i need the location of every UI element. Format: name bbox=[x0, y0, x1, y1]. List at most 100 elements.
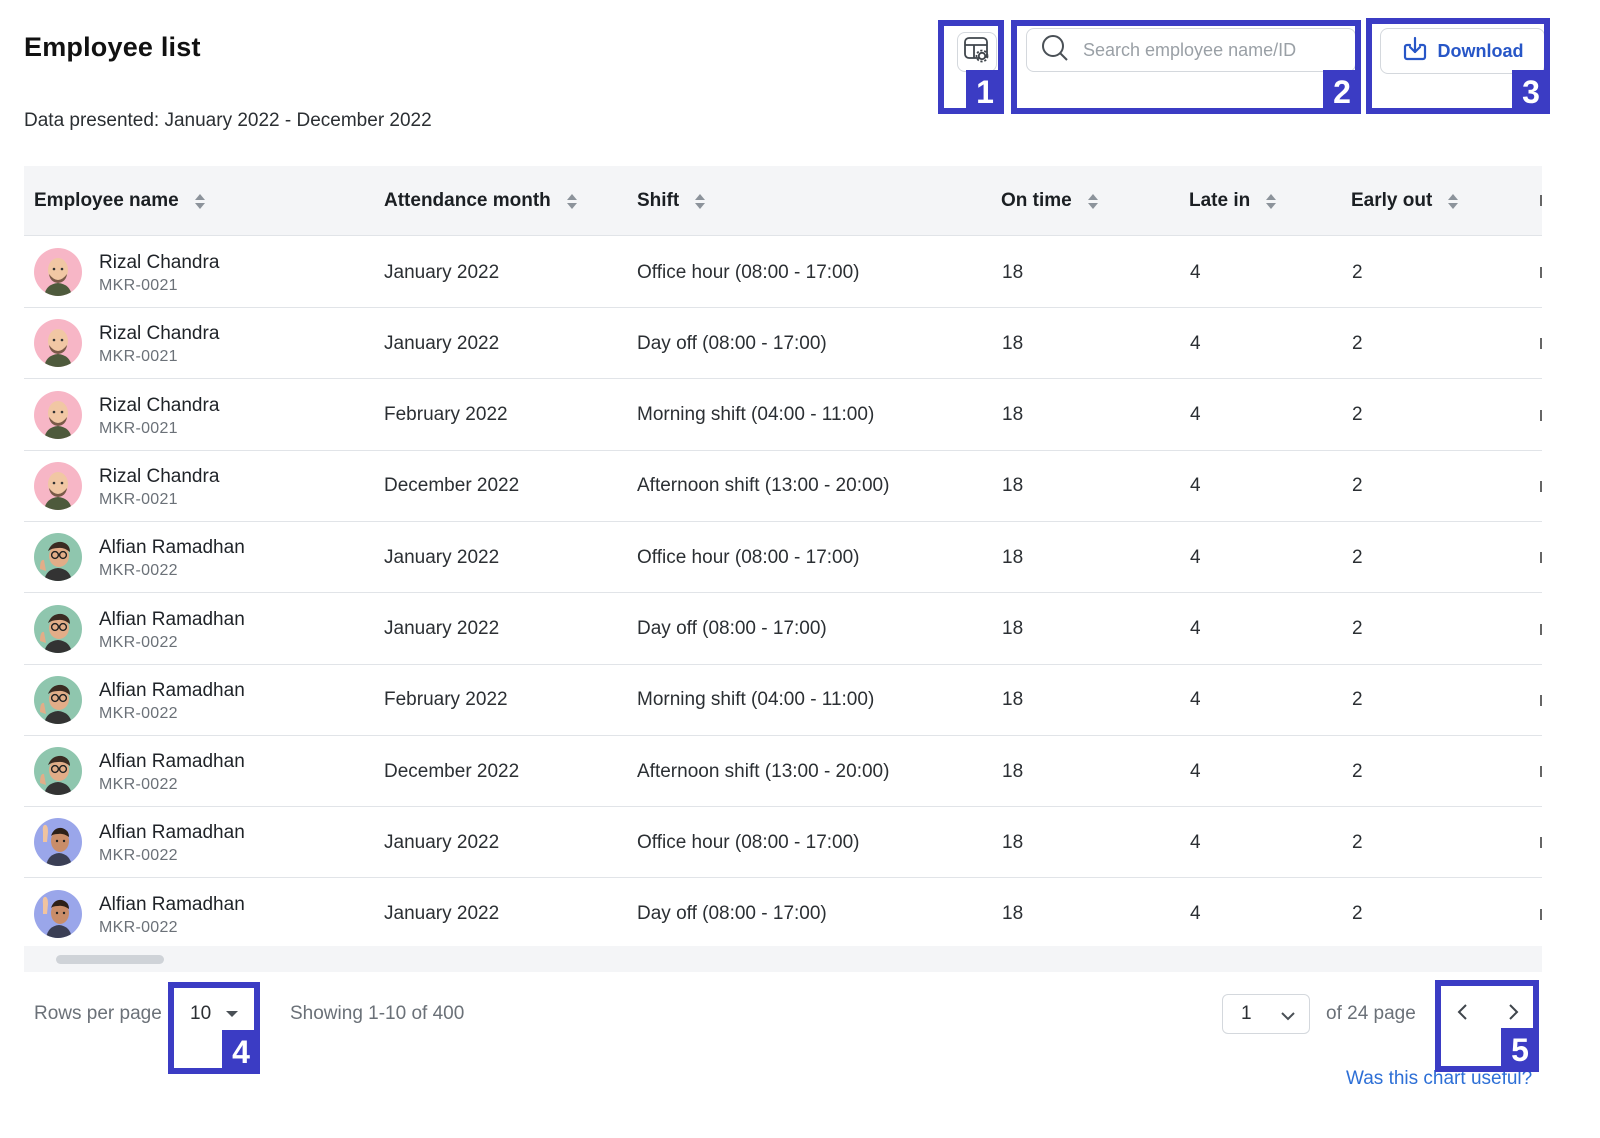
column-cut-mark bbox=[1540, 338, 1542, 350]
on-time-cell: 18 bbox=[1002, 689, 1024, 711]
callout-number: 1 bbox=[966, 70, 1004, 114]
avatar bbox=[34, 319, 82, 368]
column-label: Employee name bbox=[34, 190, 179, 211]
employee-id: MKR-0022 bbox=[99, 633, 178, 651]
attendance-month-cell: January 2022 bbox=[384, 261, 500, 283]
callout-number: 3 bbox=[1512, 70, 1550, 114]
employee-name: Alfian Ramadhan bbox=[99, 822, 245, 844]
callout-number: 5 bbox=[1501, 1028, 1539, 1072]
employee-name-cell: Rizal Chandra MKR-0021 bbox=[99, 465, 219, 511]
table-row[interactable]: Alfian Ramadhan MKR-0022 January 2022 Offic… bbox=[24, 807, 1542, 879]
attendance-month-cell: January 2022 bbox=[384, 546, 500, 568]
sort-icon[interactable] bbox=[566, 193, 577, 209]
total-pages: of 24 page bbox=[1326, 1003, 1416, 1024]
column-shift[interactable]: Shift bbox=[637, 166, 706, 236]
sort-icon[interactable] bbox=[1266, 193, 1277, 209]
column-attendance-month[interactable]: Attendance month bbox=[384, 166, 577, 236]
column-late-in[interactable]: Late in bbox=[1189, 166, 1277, 236]
column-early-out[interactable]: Early out bbox=[1351, 166, 1459, 236]
sort-icon[interactable] bbox=[194, 193, 205, 209]
employee-name: Alfian Ramadhan bbox=[99, 679, 245, 701]
table-row[interactable]: Rizal Chandra MKR-0021 January 2022 Day off… bbox=[24, 308, 1542, 380]
employee-name: Rizal Chandra bbox=[99, 323, 220, 345]
shift-cell: Morning shift (04:00 - 11:00) bbox=[637, 404, 875, 426]
shift-cell: Office hour (08:00 - 17:00) bbox=[637, 546, 860, 568]
page-title: Employee list bbox=[24, 32, 201, 62]
shift-cell: Day off (08:00 - 17:00) bbox=[637, 332, 827, 354]
column-cut-mark bbox=[1540, 908, 1542, 920]
attendance-month-cell: January 2022 bbox=[384, 332, 500, 354]
employee-id: MKR-0022 bbox=[99, 776, 178, 794]
employee-name-cell: Rizal Chandra MKR-0021 bbox=[99, 322, 219, 368]
shift-cell: Office hour (08:00 - 17:00) bbox=[637, 831, 860, 853]
late-in-cell: 4 bbox=[1190, 831, 1201, 853]
table-row[interactable]: Rizal Chandra MKR-0021 December 2022 Aftern… bbox=[24, 450, 1542, 522]
employee-name: Rizal Chandra bbox=[99, 465, 220, 487]
avatar bbox=[34, 889, 82, 938]
avatar bbox=[34, 604, 82, 653]
sort-icon[interactable] bbox=[1087, 193, 1098, 209]
column-cut-mark bbox=[1540, 766, 1542, 778]
employee-name-cell: Alfian Ramadhan MKR-0022 bbox=[99, 536, 245, 582]
column-employee-name[interactable]: Employee name bbox=[34, 166, 205, 236]
current-page: 1 bbox=[1241, 1003, 1252, 1024]
sort-icon[interactable] bbox=[1448, 193, 1459, 209]
shift-cell: Office hour (08:00 - 17:00) bbox=[637, 261, 860, 283]
column-cut-mark bbox=[1540, 409, 1542, 421]
rows-per-page-label: Rows per page bbox=[34, 1003, 162, 1024]
attendance-month-cell: February 2022 bbox=[384, 404, 508, 426]
early-out-cell: 2 bbox=[1352, 404, 1363, 426]
page-number-select[interactable]: 1 bbox=[1222, 994, 1310, 1034]
on-time-cell: 18 bbox=[1002, 618, 1024, 639]
employee-name: Alfian Ramadhan bbox=[99, 608, 245, 630]
table-row[interactable]: Alfian Ramadhan MKR-0022 January 2022 Offic… bbox=[24, 522, 1542, 594]
early-out-cell: 2 bbox=[1352, 903, 1363, 925]
table-row[interactable]: Alfian Ramadhan MKR-0022 January 2022 Day o… bbox=[24, 878, 1542, 950]
employee-name: Alfian Ramadhan bbox=[99, 893, 245, 915]
employee-table: Employee name Attendance month Shift On … bbox=[24, 166, 1542, 972]
early-out-cell: 2 bbox=[1352, 760, 1363, 782]
avatar bbox=[34, 747, 82, 796]
column-cut-mark bbox=[1540, 623, 1542, 635]
table-header: Employee name Attendance month Shift On … bbox=[24, 166, 1542, 236]
scrollbar-thumb[interactable] bbox=[56, 955, 164, 964]
employee-id: MKR-0021 bbox=[99, 348, 178, 366]
employee-name-cell: Rizal Chandra MKR-0021 bbox=[99, 394, 219, 440]
on-time-cell: 18 bbox=[1002, 332, 1024, 354]
column-label: Late in bbox=[1189, 190, 1251, 211]
avatar bbox=[34, 248, 82, 296]
table-row[interactable]: Rizal Chandra MKR-0021 January 2022 Office … bbox=[24, 237, 1542, 308]
shift-cell: Afternoon shift (13:00 - 20:00) bbox=[637, 760, 890, 782]
late-in-cell: 4 bbox=[1190, 903, 1201, 925]
callout-4: 4 bbox=[168, 982, 260, 1074]
early-out-cell: 2 bbox=[1352, 261, 1363, 283]
employee-name-cell: Rizal Chandra MKR-0021 bbox=[99, 251, 219, 297]
column-cut-mark bbox=[1540, 694, 1542, 706]
employee-name-cell: Alfian Ramadhan MKR-0022 bbox=[99, 821, 245, 867]
table-row[interactable]: Rizal Chandra MKR-0021 February 2022 Mornin… bbox=[24, 379, 1542, 451]
table-row[interactable]: Alfian Ramadhan MKR-0022 February 2022 Morn… bbox=[24, 664, 1542, 736]
late-in-cell: 4 bbox=[1190, 546, 1201, 568]
on-time-cell: 18 bbox=[1002, 546, 1024, 568]
employee-id: MKR-0021 bbox=[99, 419, 178, 437]
employee-name-cell: Alfian Ramadhan MKR-0022 bbox=[99, 679, 245, 725]
horizontal-scrollbar[interactable] bbox=[24, 946, 1542, 972]
callout-1: 1 bbox=[938, 20, 1004, 114]
column-cut-mark bbox=[1540, 837, 1542, 849]
column-on-time[interactable]: On time bbox=[1001, 166, 1098, 236]
late-in-cell: 4 bbox=[1190, 618, 1201, 639]
table-row[interactable]: Alfian Ramadhan MKR-0022 January 2022 Day o… bbox=[24, 593, 1542, 665]
table-row[interactable]: Alfian Ramadhan MKR-0022 December 2022 Afte… bbox=[24, 736, 1542, 808]
column-label: On time bbox=[1001, 190, 1072, 211]
on-time-cell: 18 bbox=[1002, 261, 1024, 283]
column-label: Shift bbox=[637, 190, 680, 211]
shift-cell: Day off (08:00 - 17:00) bbox=[637, 618, 827, 639]
employee-id: MKR-0022 bbox=[99, 562, 178, 580]
late-in-cell: 4 bbox=[1190, 261, 1201, 283]
attendance-month-cell: January 2022 bbox=[384, 903, 500, 925]
sort-icon[interactable] bbox=[695, 193, 706, 209]
employee-name-cell: Alfian Ramadhan MKR-0022 bbox=[99, 608, 245, 654]
attendance-month-cell: December 2022 bbox=[384, 760, 520, 782]
attendance-month-cell: January 2022 bbox=[384, 831, 500, 853]
shift-cell: Morning shift (04:00 - 11:00) bbox=[637, 689, 875, 711]
